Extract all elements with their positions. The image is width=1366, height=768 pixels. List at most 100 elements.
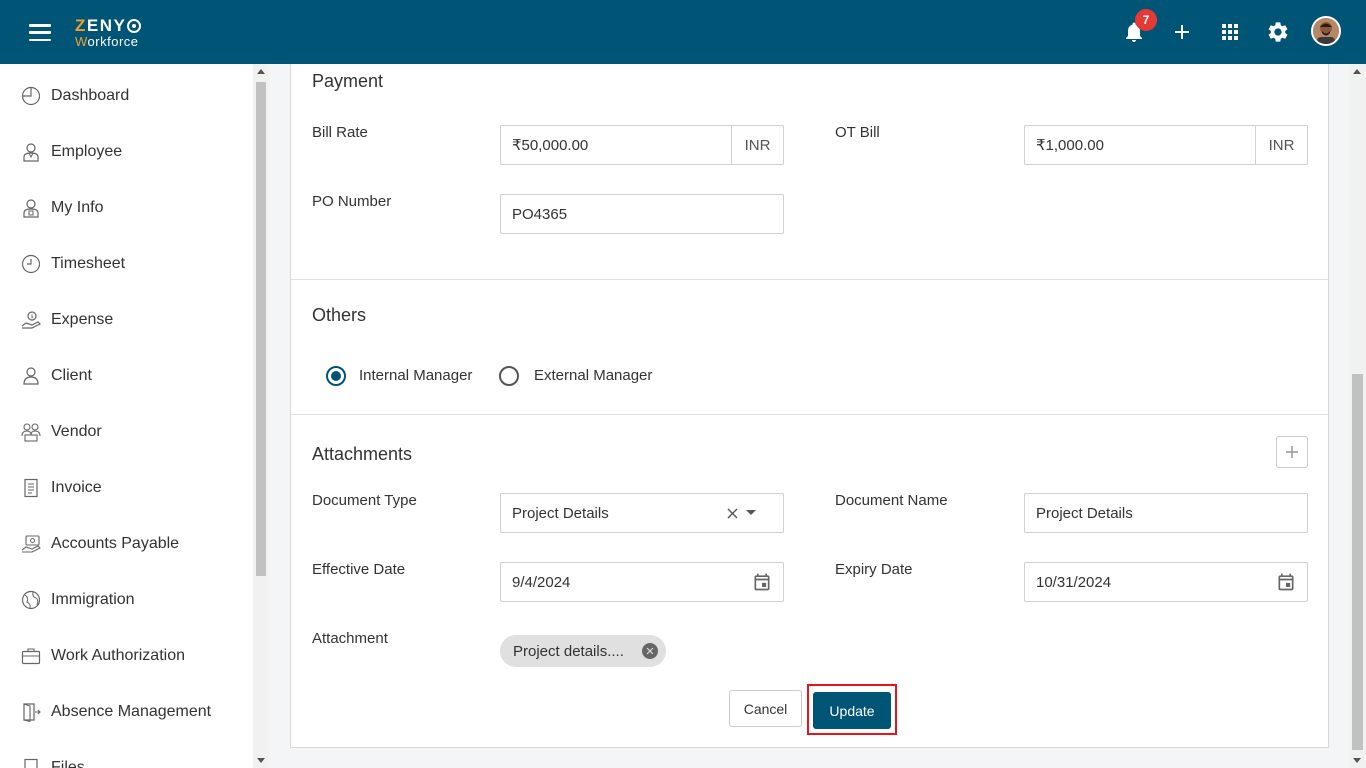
logo[interactable]: Z ENY Workforce: [75, 16, 142, 49]
sidebar-item-client[interactable]: Client: [0, 356, 253, 396]
effective-date-input[interactable]: 9/4/2024: [500, 562, 784, 602]
internal-manager-radio[interactable]: [326, 366, 346, 386]
logo-mark: [127, 18, 142, 33]
logo-bottom-initial: W: [75, 34, 88, 49]
sidebar-item-label: Vendor: [51, 423, 102, 440]
dashboard-icon: [21, 86, 41, 106]
external-manager-radio[interactable]: [499, 366, 519, 386]
sidebar-item-timesheet[interactable]: Timesheet: [0, 244, 253, 284]
sidebar-item-dashboard[interactable]: Dashboard: [0, 76, 253, 116]
others-section-title: Others: [312, 305, 367, 325]
document-type-label: Document Type: [312, 492, 417, 509]
bill-rate-value: ₹50,000.00: [512, 137, 589, 154]
expiry-date-input[interactable]: 10/31/2024: [1024, 562, 1308, 602]
payment-section-title: Payment: [312, 71, 384, 91]
attachment-label: Attachment: [312, 630, 388, 647]
sidebar-scrollbar[interactable]: [253, 64, 269, 768]
external-manager-label[interactable]: External Manager: [534, 367, 652, 384]
sidebar-item-label: Dashboard: [51, 87, 130, 104]
scroll-down-arrow-icon[interactable]: [257, 758, 265, 763]
sidebar-item-employee[interactable]: Employee: [0, 132, 253, 172]
remove-attachment-icon[interactable]: ✕: [642, 643, 658, 659]
bill-rate-label: Bill Rate: [312, 124, 368, 141]
cancel-button[interactable]: Cancel: [729, 690, 802, 727]
clear-icon[interactable]: [726, 507, 739, 520]
document-name-value: Project Details: [1036, 504, 1133, 522]
person-icon: [23, 367, 39, 385]
logo-initial: Z: [75, 16, 87, 35]
sidebar-item-files[interactable]: Files: [0, 748, 253, 768]
ot-bill-label: OT Bill: [835, 124, 880, 141]
ot-bill-currency: INR: [1255, 126, 1307, 164]
invoice-icon: [24, 478, 38, 498]
sidebar-item-immigration[interactable]: Immigration: [0, 580, 253, 620]
sidebar-item-label: Work Authorization: [51, 647, 185, 664]
sidebar-item-work-authorization[interactable]: Work Authorization: [0, 636, 253, 676]
sidebar-item-expense[interactable]: $ Expense: [0, 300, 253, 340]
sidebar-item-label: Client: [51, 367, 92, 384]
sidebar-item-label: Timesheet: [51, 255, 126, 272]
apps-grid-icon[interactable]: [1218, 20, 1242, 44]
gear-icon[interactable]: [1266, 20, 1290, 44]
calendar-icon[interactable]: [1276, 572, 1296, 592]
expiry-date-label: Expiry Date: [835, 561, 913, 578]
sidebar-item-label: Files: [51, 759, 85, 768]
ot-bill-value: ₹1,000.00: [1036, 137, 1104, 154]
sidebar-scroll-thumb[interactable]: [256, 82, 266, 576]
sidebar-item-vendor[interactable]: Vendor: [0, 412, 253, 452]
top-bar: Z ENY Workforce 7: [0, 0, 1366, 64]
plus-icon: [1286, 446, 1298, 458]
sidebar-item-label: Expense: [51, 311, 114, 328]
attachment-file-name: Project details....: [513, 642, 624, 660]
main-scroll-thumb[interactable]: [1352, 374, 1363, 750]
sidebar-item-my-info[interactable]: My Info: [0, 188, 253, 228]
plus-icon[interactable]: [1170, 20, 1194, 44]
effective-date-label: Effective Date: [312, 561, 406, 578]
sidebar-item-invoice[interactable]: Invoice: [0, 468, 253, 508]
assignment-form-card: Payment Bill Rate ₹50,000.00 INR OT Bill…: [290, 64, 1329, 748]
file-icon: [24, 758, 38, 768]
document-name-input[interactable]: Project Details: [1024, 493, 1308, 533]
scroll-up-arrow-icon[interactable]: [1353, 69, 1361, 74]
door-exit-icon: [23, 703, 41, 722]
bill-rate-input[interactable]: ₹50,000.00 INR: [500, 125, 784, 165]
effective-date-value: 9/4/2024: [512, 573, 571, 591]
main-scrollbar[interactable]: [1349, 64, 1366, 768]
calendar-icon[interactable]: [752, 572, 772, 592]
sidebar-item-label: My Info: [51, 199, 104, 216]
avatar[interactable]: [1311, 16, 1341, 46]
sidebar-item-label: Invoice: [51, 479, 102, 496]
document-type-select[interactable]: Project Details: [500, 493, 784, 533]
section-divider: [291, 414, 1328, 415]
chevron-down-icon[interactable]: [746, 510, 756, 516]
expense-icon: $: [21, 311, 41, 329]
vendor-icon: [21, 423, 41, 442]
clock-icon: [21, 254, 41, 274]
po-number-label: PO Number: [312, 193, 392, 210]
bill-rate-currency: INR: [731, 126, 783, 164]
sidebar-item-label: Employee: [51, 143, 123, 160]
scroll-up-arrow-icon[interactable]: [257, 69, 265, 74]
sidebar: Dashboard Employee My Info Timesheet $ E…: [0, 64, 253, 768]
update-button[interactable]: Update: [813, 692, 891, 729]
briefcase-icon: [21, 648, 41, 665]
add-attachment-button[interactable]: [1276, 436, 1308, 468]
logo-rest: ENY: [86, 16, 127, 35]
my-info-icon: [23, 199, 39, 218]
document-name-label: Document Name: [835, 492, 948, 509]
avatar-image: [1313, 18, 1339, 44]
document-type-value: Project Details: [512, 504, 609, 522]
section-divider: [291, 279, 1328, 280]
sidebar-item-absence-management[interactable]: Absence Management: [0, 692, 253, 732]
menu-icon[interactable]: [29, 24, 51, 41]
employee-icon: [23, 143, 39, 162]
ot-bill-input[interactable]: ₹1,000.00 INR: [1024, 125, 1308, 165]
accounts-payable-icon: [21, 535, 41, 553]
attachment-chip[interactable]: Project details.... ✕: [500, 635, 666, 667]
sidebar-item-label: Absence Management: [51, 703, 212, 720]
po-number-input[interactable]: PO4365: [500, 194, 784, 234]
svg-text:$: $: [31, 314, 34, 320]
sidebar-item-accounts-payable[interactable]: Accounts Payable: [0, 524, 253, 564]
internal-manager-label[interactable]: Internal Manager: [359, 367, 472, 384]
scroll-down-arrow-icon[interactable]: [1353, 758, 1361, 763]
